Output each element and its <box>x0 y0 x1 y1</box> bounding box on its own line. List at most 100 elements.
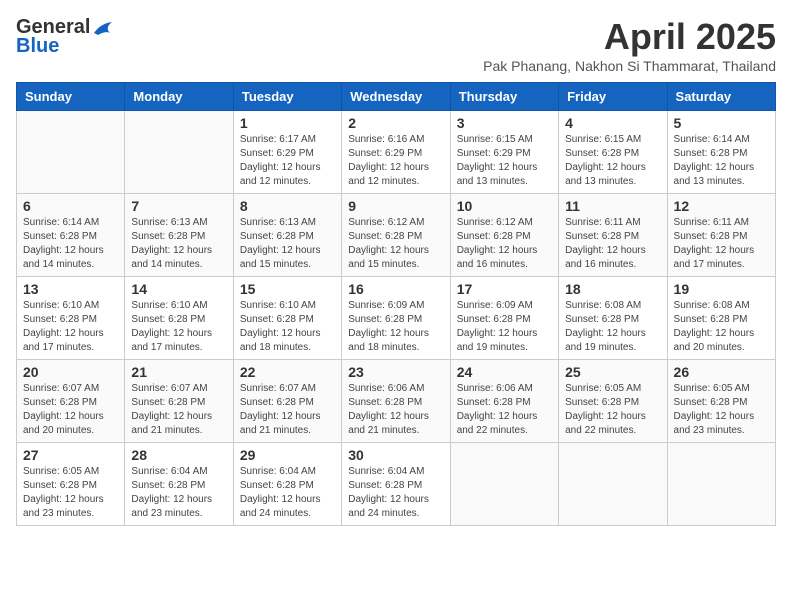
day-number: 12 <box>674 198 769 214</box>
day-number: 26 <box>674 364 769 380</box>
location-title: Pak Phanang, Nakhon Si Thammarat, Thaila… <box>483 58 776 74</box>
day-info: Sunrise: 6:17 AM Sunset: 6:29 PM Dayligh… <box>240 133 335 189</box>
day-info: Sunrise: 6:05 AM Sunset: 6:28 PM Dayligh… <box>23 465 118 521</box>
day-info: Sunrise: 6:07 AM Sunset: 6:28 PM Dayligh… <box>131 382 226 438</box>
day-info: Sunrise: 6:10 AM Sunset: 6:28 PM Dayligh… <box>240 299 335 355</box>
calendar-cell <box>17 111 125 194</box>
day-number: 18 <box>565 281 660 297</box>
day-number: 2 <box>348 115 443 131</box>
calendar-cell: 11 Sunrise: 6:11 AM Sunset: 6:28 PM Dayli… <box>559 194 667 277</box>
calendar-week-row: 20 Sunrise: 6:07 AM Sunset: 6:28 PM Dayli… <box>17 360 776 443</box>
weekday-header-saturday: Saturday <box>667 83 775 111</box>
calendar-cell: 29 Sunrise: 6:04 AM Sunset: 6:28 PM Dayli… <box>233 443 341 526</box>
calendar-cell <box>667 443 775 526</box>
day-number: 6 <box>23 198 118 214</box>
day-info: Sunrise: 6:09 AM Sunset: 6:28 PM Dayligh… <box>457 299 552 355</box>
day-number: 7 <box>131 198 226 214</box>
day-info: Sunrise: 6:08 AM Sunset: 6:28 PM Dayligh… <box>565 299 660 355</box>
calendar-cell: 5 Sunrise: 6:14 AM Sunset: 6:28 PM Daylig… <box>667 111 775 194</box>
calendar-cell: 17 Sunrise: 6:09 AM Sunset: 6:28 PM Dayli… <box>450 277 558 360</box>
calendar-cell: 2Sunrise: 6:16 AM Sunset: 6:29 PM Daylig… <box>342 111 450 194</box>
day-info: Sunrise: 6:08 AM Sunset: 6:28 PM Dayligh… <box>674 299 769 355</box>
day-info: Sunrise: 6:07 AM Sunset: 6:28 PM Dayligh… <box>240 382 335 438</box>
calendar-cell: 20 Sunrise: 6:07 AM Sunset: 6:28 PM Dayli… <box>17 360 125 443</box>
calendar-cell: 15 Sunrise: 6:10 AM Sunset: 6:28 PM Dayli… <box>233 277 341 360</box>
day-number: 29 <box>240 447 335 463</box>
calendar-week-row: 13Sunrise: 6:10 AM Sunset: 6:28 PM Dayli… <box>17 277 776 360</box>
day-number: 22 <box>240 364 335 380</box>
day-number: 28 <box>131 447 226 463</box>
title-section: April 2025 Pak Phanang, Nakhon Si Thamma… <box>483 16 776 74</box>
day-number: 23 <box>348 364 443 380</box>
calendar-cell: 27 Sunrise: 6:05 AM Sunset: 6:28 PM Dayli… <box>17 443 125 526</box>
day-number: 21 <box>131 364 226 380</box>
calendar-cell <box>125 111 233 194</box>
day-info: Sunrise: 6:09 AM Sunset: 6:28 PM Dayligh… <box>348 299 443 355</box>
calendar-cell: 24Sunrise: 6:06 AM Sunset: 6:28 PM Dayli… <box>450 360 558 443</box>
calendar-cell: 18 Sunrise: 6:08 AM Sunset: 6:28 PM Dayli… <box>559 277 667 360</box>
calendar-cell: 1Sunrise: 6:17 AM Sunset: 6:29 PM Daylig… <box>233 111 341 194</box>
calendar-cell: 25Sunrise: 6:05 AM Sunset: 6:28 PM Dayli… <box>559 360 667 443</box>
weekday-header-thursday: Thursday <box>450 83 558 111</box>
day-number: 19 <box>674 281 769 297</box>
calendar-cell: 14 Sunrise: 6:10 AM Sunset: 6:28 PM Dayli… <box>125 277 233 360</box>
day-info: Sunrise: 6:10 AM Sunset: 6:28 PM Dayligh… <box>131 299 226 355</box>
day-number: 25 <box>565 364 660 380</box>
weekday-header-row: SundayMondayTuesdayWednesdayThursdayFrid… <box>17 83 776 111</box>
weekday-header-monday: Monday <box>125 83 233 111</box>
calendar-cell: 7 Sunrise: 6:13 AM Sunset: 6:28 PM Daylig… <box>125 194 233 277</box>
day-info: Sunrise: 6:11 AM Sunset: 6:28 PM Dayligh… <box>565 216 660 272</box>
weekday-header-sunday: Sunday <box>17 83 125 111</box>
day-info: Sunrise: 6:07 AM Sunset: 6:28 PM Dayligh… <box>23 382 118 438</box>
weekday-header-tuesday: Tuesday <box>233 83 341 111</box>
day-info: Sunrise: 6:04 AM Sunset: 6:28 PM Dayligh… <box>348 465 443 521</box>
calendar-cell: 30 Sunrise: 6:04 AM Sunset: 6:28 PM Dayli… <box>342 443 450 526</box>
day-info: Sunrise: 6:13 AM Sunset: 6:28 PM Dayligh… <box>240 216 335 272</box>
day-info: Sunrise: 6:04 AM Sunset: 6:28 PM Dayligh… <box>240 465 335 521</box>
calendar-cell: 3Sunrise: 6:15 AM Sunset: 6:29 PM Daylig… <box>450 111 558 194</box>
day-info: Sunrise: 6:13 AM Sunset: 6:28 PM Dayligh… <box>131 216 226 272</box>
day-number: 30 <box>348 447 443 463</box>
calendar-week-row: 27 Sunrise: 6:05 AM Sunset: 6:28 PM Dayli… <box>17 443 776 526</box>
day-number: 10 <box>457 198 552 214</box>
day-number: 11 <box>565 198 660 214</box>
calendar-cell: 9Sunrise: 6:12 AM Sunset: 6:28 PM Daylig… <box>342 194 450 277</box>
calendar-cell: 12 Sunrise: 6:11 AM Sunset: 6:28 PM Dayli… <box>667 194 775 277</box>
calendar-cell: 8Sunrise: 6:13 AM Sunset: 6:28 PM Daylig… <box>233 194 341 277</box>
day-number: 24 <box>457 364 552 380</box>
calendar-cell: 19 Sunrise: 6:08 AM Sunset: 6:28 PM Dayli… <box>667 277 775 360</box>
calendar-cell: 10 Sunrise: 6:12 AM Sunset: 6:28 PM Dayli… <box>450 194 558 277</box>
weekday-header-wednesday: Wednesday <box>342 83 450 111</box>
day-number: 4 <box>565 115 660 131</box>
calendar-cell: 23 Sunrise: 6:06 AM Sunset: 6:28 PM Dayli… <box>342 360 450 443</box>
day-info: Sunrise: 6:10 AM Sunset: 6:28 PM Dayligh… <box>23 299 118 355</box>
day-number: 5 <box>674 115 769 131</box>
day-info: Sunrise: 6:05 AM Sunset: 6:28 PM Dayligh… <box>674 382 769 438</box>
calendar-week-row: 6 Sunrise: 6:14 AM Sunset: 6:28 PM Daylig… <box>17 194 776 277</box>
day-number: 16 <box>348 281 443 297</box>
logo-blue: Blue <box>16 35 59 58</box>
calendar-cell: 4 Sunrise: 6:15 AM Sunset: 6:28 PM Daylig… <box>559 111 667 194</box>
calendar-cell <box>559 443 667 526</box>
day-info: Sunrise: 6:12 AM Sunset: 6:28 PM Dayligh… <box>348 216 443 272</box>
day-number: 27 <box>23 447 118 463</box>
day-info: Sunrise: 6:11 AM Sunset: 6:28 PM Dayligh… <box>674 216 769 272</box>
calendar-cell: 6 Sunrise: 6:14 AM Sunset: 6:28 PM Daylig… <box>17 194 125 277</box>
day-info: Sunrise: 6:06 AM Sunset: 6:28 PM Dayligh… <box>348 382 443 438</box>
day-number: 15 <box>240 281 335 297</box>
month-title: April 2025 <box>483 16 776 58</box>
day-number: 14 <box>131 281 226 297</box>
day-number: 20 <box>23 364 118 380</box>
calendar-cell: 26 Sunrise: 6:05 AM Sunset: 6:28 PM Dayli… <box>667 360 775 443</box>
day-number: 17 <box>457 281 552 297</box>
calendar-table: SundayMondayTuesdayWednesdayThursdayFrid… <box>16 82 776 526</box>
day-info: Sunrise: 6:12 AM Sunset: 6:28 PM Dayligh… <box>457 216 552 272</box>
calendar-cell: 16 Sunrise: 6:09 AM Sunset: 6:28 PM Dayli… <box>342 277 450 360</box>
day-number: 3 <box>457 115 552 131</box>
calendar-cell: 28Sunrise: 6:04 AM Sunset: 6:28 PM Dayli… <box>125 443 233 526</box>
day-info: Sunrise: 6:14 AM Sunset: 6:28 PM Dayligh… <box>23 216 118 272</box>
day-info: Sunrise: 6:15 AM Sunset: 6:28 PM Dayligh… <box>565 133 660 189</box>
logo: General Blue <box>16 16 114 58</box>
calendar-cell <box>450 443 558 526</box>
day-info: Sunrise: 6:14 AM Sunset: 6:28 PM Dayligh… <box>674 133 769 189</box>
